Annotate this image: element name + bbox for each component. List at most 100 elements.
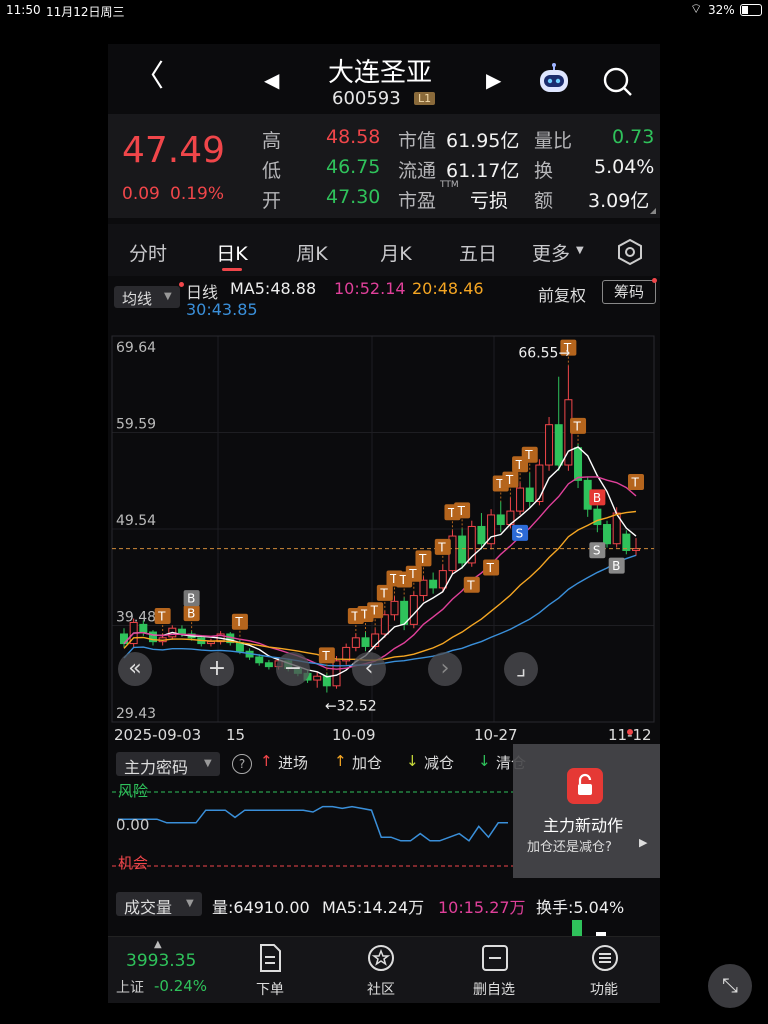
tab-more[interactable]: 更多 (526, 239, 576, 266)
indicator-line (118, 805, 508, 842)
candle-body (525, 487, 534, 502)
signal-tag-label: T (408, 567, 417, 581)
volratio-label: 量比 (534, 130, 573, 152)
signal-tag-label: S (593, 544, 601, 558)
next-stock-icon[interactable]: ▶ (486, 68, 501, 92)
y-tick-label: 69.64 (116, 340, 156, 356)
pe-value: 亏损 (470, 190, 509, 212)
promo-subtitle: 加仓还是减仓? (527, 840, 612, 855)
active-tab-indicator (222, 268, 242, 271)
candle-body (255, 656, 264, 664)
remove-watchlist-icon[interactable] (480, 943, 510, 973)
tab-monthly-k[interactable]: 月K (366, 239, 426, 266)
collapse-float-button[interactable]: ⤡ (708, 964, 752, 1008)
search-icon[interactable] (600, 64, 636, 100)
enter-arrow-icon: ↑ (260, 752, 273, 770)
legend-add: 加仓 (352, 754, 383, 772)
signal-tag-label: T (157, 609, 166, 623)
ma5-value: MA5:48.88 (230, 279, 317, 298)
signal-tag-label: T (573, 419, 582, 433)
float-label: 流通 (398, 160, 437, 182)
period-tabs: 分时 日K 周K 月K 五日 更多 ▼ (108, 224, 660, 276)
chips-button[interactable]: 筹码 (602, 280, 656, 304)
signal-tag-label: T (321, 649, 330, 663)
candle-body (554, 424, 563, 466)
signal-tag-label: T (418, 552, 427, 566)
nav-community[interactable]: 社区 (346, 979, 416, 999)
signal-tag-label: T (466, 578, 475, 592)
scroll-start-button[interactable]: « (118, 652, 152, 686)
status-bar: 11:50 11月12日周三 ⌔ 32% (0, 0, 768, 20)
volume-select[interactable]: 成交量 ▼ (116, 892, 202, 917)
signal-tag-label: B (187, 607, 195, 621)
red-dot-icon (179, 282, 184, 287)
scroll-right-button[interactable]: › (428, 652, 462, 686)
red-dot-icon (627, 729, 633, 735)
nav-remove-watchlist[interactable]: 删自选 (459, 979, 529, 999)
high-value: 48.58 (326, 126, 381, 148)
candle-body (477, 525, 486, 545)
fullscreen-button[interactable]: ⌟ (504, 652, 538, 686)
low-label: 低 (262, 160, 282, 182)
header: 〈 ◀ 大连圣亚 600593 L1 ▶ (108, 44, 660, 114)
candle-body (177, 628, 186, 635)
candle-body (603, 524, 612, 545)
status-time: 11:50 (6, 3, 41, 17)
settings-hexagon-icon[interactable] (616, 238, 644, 266)
index-value[interactable]: 3993.35 (126, 951, 196, 971)
volratio-value: 0.73 (612, 126, 655, 148)
prev-stock-icon[interactable]: ◀ (264, 68, 279, 92)
zoom-in-button[interactable]: + (200, 652, 234, 686)
candle-body (120, 633, 128, 645)
chevron-right-icon: ▶ (639, 836, 648, 849)
battery-percent: 32% (708, 3, 735, 17)
zoom-out-button[interactable]: − (276, 652, 310, 686)
add-arrow-icon: ↑ (334, 752, 347, 770)
high-label: 高 (262, 130, 282, 152)
legend-enter: 进场 (278, 754, 309, 772)
nav-order[interactable]: 下单 (235, 979, 305, 999)
tab-intraday[interactable]: 分时 (118, 239, 178, 266)
signal-tag-label: T (234, 615, 243, 629)
stock-code: 600593 (332, 88, 401, 109)
menu-icon[interactable] (590, 943, 620, 973)
y-tick-label: 59.59 (116, 417, 156, 433)
max-annotation: 66.55→ (518, 346, 570, 362)
mktcap-label: 市值 (398, 130, 437, 152)
ma-select[interactable]: 均线 ▼ (114, 286, 180, 308)
candle-body (535, 464, 544, 502)
candle-body (313, 675, 322, 681)
help-icon[interactable]: ? (232, 754, 252, 774)
price-change-pct: 0.19% (170, 184, 225, 204)
x-tick-label: 10-09 (332, 726, 376, 744)
candlestick-chart[interactable]: 69.6459.5949.5439.4829.43T BTTT T TTT T TTTT T… (108, 322, 660, 744)
reduce-arrow-icon: ↓ (406, 752, 419, 770)
back-icon[interactable]: 〈 (134, 62, 164, 92)
expand-corner-icon[interactable] (650, 208, 656, 214)
indicator-select[interactable]: 主力密码 ▼ (116, 752, 220, 777)
index-change: -0.24% (154, 977, 208, 995)
scroll-left-button[interactable]: ‹ (352, 652, 386, 686)
volume-value: 量:64910.00 (212, 898, 310, 917)
promo-card[interactable]: 主力新动作 加仓还是减仓? ▶ (513, 744, 660, 878)
order-icon[interactable] (256, 943, 284, 973)
candle-body (438, 570, 447, 589)
tab-daily-k[interactable]: 日K (202, 239, 262, 266)
ma20-value: 20:48.46 (412, 279, 484, 298)
current-price: 47.49 (122, 130, 226, 171)
lock-icon (567, 768, 603, 804)
indicator-panel: 主力密码 ▼ ? ↑ 进场 ↑ 加仓 ↓ 减仓 ↓ 清仓 风险 0.00 机会 … (108, 744, 660, 878)
tab-weekly-k[interactable]: 周K (282, 239, 342, 266)
tab-five-day[interactable]: 五日 (448, 239, 508, 266)
battery-icon (740, 4, 762, 16)
volume-ma10: 10:15.27万 (438, 898, 526, 917)
level-badge: L1 (414, 92, 436, 105)
adjust-button[interactable]: 前复权 (538, 282, 586, 306)
robot-assistant-icon[interactable] (536, 62, 572, 98)
community-icon[interactable] (366, 943, 396, 973)
mktcap-value: 61.95亿 (446, 130, 520, 152)
nav-functions[interactable]: 功能 (569, 979, 639, 999)
candle-body (458, 535, 467, 564)
pe-label: 市盈 (398, 190, 437, 212)
wifi-icon: ⌔ (690, 2, 703, 17)
